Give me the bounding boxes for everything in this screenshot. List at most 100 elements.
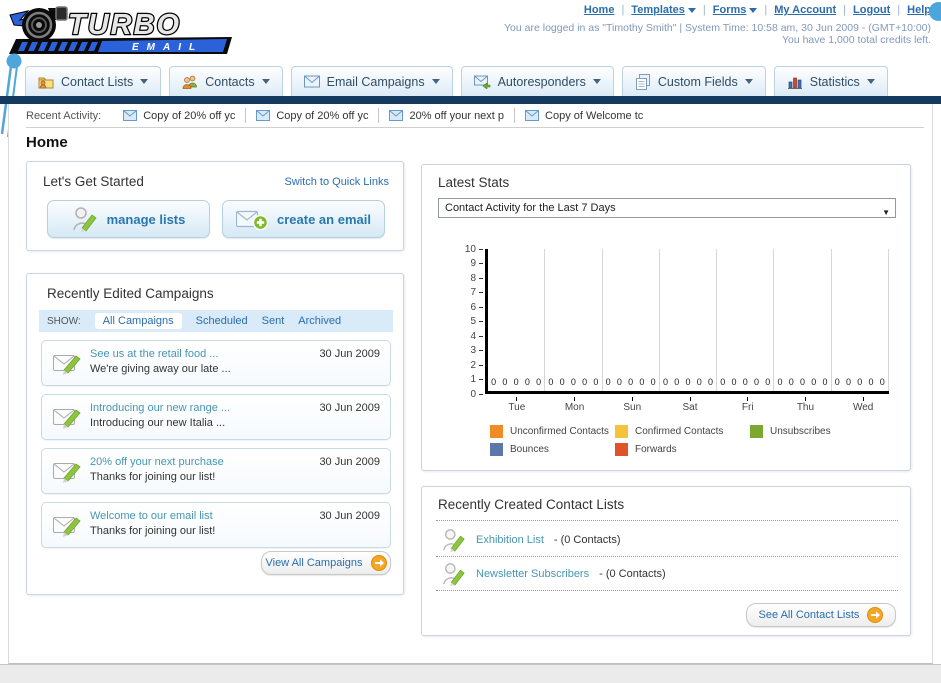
x-tick-label: Mon — [546, 397, 604, 413]
chart-legend: Unconfirmed Contacts Confirmed Contacts Un… — [490, 425, 831, 456]
envelope-icon — [389, 110, 404, 121]
contact-activity-chart: 10 9 8 7 6 5 4 3 2 1 0 000000000000000000000000000… — [438, 244, 896, 419]
turbo-email-logo[interactable]: TURBO EMAIL — [6, 3, 238, 62]
switch-quick-links[interactable]: Switch to Quick Links — [284, 176, 389, 188]
activity-item[interactable]: 20% off your next p — [389, 108, 516, 123]
arrow-circle-icon — [370, 555, 387, 571]
show-label: SHOW: — [47, 315, 81, 327]
x-tick-label: Sun — [603, 397, 661, 413]
activity-item[interactable]: Copy of Welcome tc — [525, 108, 653, 123]
tab-label: Statistics — [809, 74, 860, 89]
chevron-down-icon: ▼ — [882, 208, 890, 217]
envelope-icon — [256, 110, 271, 121]
separator: | — [843, 4, 847, 16]
chevron-down-icon — [592, 79, 601, 84]
header-nav: Home | Templates | Forms | My Account | … — [584, 4, 931, 16]
stats-period-value: Contact Activity for the Last 7 Days — [445, 202, 616, 214]
contact-list-link[interactable]: Newsletter Subscribers — [476, 568, 589, 580]
create-email-button[interactable]: create an email — [222, 200, 385, 238]
chevron-down-icon — [749, 7, 758, 13]
tab-autoresponders[interactable]: Autoresponders — [460, 66, 614, 96]
tab-label: Contact Lists — [61, 74, 134, 89]
envelope-pencil-icon — [53, 409, 81, 429]
folder-contact-icon — [38, 77, 54, 88]
campaign-date: 30 Jun 2009 — [319, 402, 380, 414]
filter-scheduled[interactable]: Scheduled — [196, 315, 248, 327]
campaign-row[interactable]: 20% off your next purchase Thanks for joi… — [41, 448, 391, 494]
tab-statistics[interactable]: Statistics — [773, 66, 888, 96]
activity-item-label: Copy of 20% off yc — [143, 109, 236, 122]
campaign-link[interactable]: 20% off your next purchase — [90, 455, 224, 470]
campaign-date: 30 Jun 2009 — [319, 510, 380, 522]
login-status: You are logged in as "Timothy Smith" | S… — [504, 22, 931, 34]
filter-archived[interactable]: Archived — [298, 315, 341, 327]
legend-item: Bounces — [490, 443, 615, 456]
campaign-subtitle: Introducing our new Italia ... — [90, 417, 226, 429]
tab-custom-fields[interactable]: Custom Fields — [621, 66, 766, 96]
tab-email-campaigns[interactable]: Email Campaigns — [290, 66, 453, 96]
separator: | — [764, 4, 768, 16]
see-all-contact-lists-button[interactable]: See All Contact Lists — [746, 603, 896, 627]
campaign-row[interactable]: Welcome to our email list Thanks for join… — [41, 502, 391, 548]
chevron-down-icon — [140, 79, 149, 84]
activity-item-label: Copy of Welcome tc — [545, 109, 644, 122]
filter-sent[interactable]: Sent — [262, 315, 285, 327]
view-all-campaigns-button[interactable]: View All Campaigns — [261, 551, 391, 575]
chevron-down-icon — [744, 79, 753, 84]
main-nav: Contact Lists Contacts Email Campaigns A… — [25, 66, 888, 96]
campaign-row[interactable]: Introducing our new range ... Introducing… — [41, 394, 391, 440]
x-tick-label: Wed — [834, 397, 892, 413]
page-footer — [0, 664, 941, 683]
activity-item[interactable]: Copy of 20% off yc — [256, 108, 380, 123]
nav-link-forms[interactable]: Forms — [713, 4, 747, 16]
activity-item[interactable]: Copy of 20% off yc — [123, 108, 247, 123]
navy-divider-bar — [0, 96, 941, 104]
x-tick-label: Thu — [777, 397, 835, 413]
campaign-link[interactable]: Introducing our new range ... — [90, 401, 230, 416]
latest-stats-title: Latest Stats — [438, 175, 510, 190]
contact-list-item[interactable]: Newsletter Subscribers - (0 Contacts) — [442, 559, 666, 589]
campaign-subtitle: We're giving away our late ... — [90, 363, 231, 375]
contact-list-detail: - (0 Contacts) — [553, 534, 621, 546]
dotted-divider — [436, 590, 898, 591]
nav-link-logout[interactable]: Logout — [853, 4, 890, 16]
svg-text:EMAIL: EMAIL — [132, 42, 203, 53]
chevron-down-icon — [866, 79, 875, 84]
manage-lists-button[interactable]: manage lists — [47, 200, 210, 238]
tab-contacts[interactable]: Contacts — [169, 66, 283, 96]
person-pencil-icon — [72, 207, 97, 232]
contact-lists-title: Recently Created Contact Lists — [438, 497, 625, 512]
nav-link-help[interactable]: Help — [907, 4, 931, 16]
campaign-row[interactable]: See us at the retail food ... We're givin… — [41, 340, 391, 386]
campaign-link[interactable]: See us at the retail food ... — [90, 347, 231, 362]
person-pencil-icon — [443, 529, 465, 552]
chart-plot: 00000000000000000000000000000000000 — [485, 249, 889, 394]
campaign-link[interactable]: Welcome to our email list — [90, 509, 215, 524]
legend-item: Forwards — [615, 443, 750, 456]
nav-link-templates[interactable]: Templates — [631, 4, 685, 16]
person-pencil-icon — [443, 563, 465, 586]
campaign-subtitle: Thanks for joining our list! — [90, 525, 216, 537]
chevron-down-icon — [431, 79, 440, 84]
contact-list-link[interactable]: Exhibition List — [476, 534, 544, 546]
contact-list-item[interactable]: Exhibition List - (0 Contacts) — [442, 525, 621, 555]
view-all-campaigns-label: View All Campaigns — [265, 557, 363, 569]
nav-link-home[interactable]: Home — [584, 4, 615, 16]
chart-group: 00000 — [545, 249, 603, 391]
separator: | — [702, 4, 706, 16]
chart-group: 00000 — [832, 249, 889, 391]
chevron-down-icon — [261, 79, 270, 84]
chevron-down-icon — [687, 7, 696, 13]
stats-period-select[interactable]: Contact Activity for the Last 7 Days ▼ — [438, 198, 896, 218]
x-tick-label: Tue — [488, 397, 546, 413]
filter-all-campaigns[interactable]: All Campaigns — [94, 313, 182, 329]
campaign-date: 30 Jun 2009 — [319, 456, 380, 468]
contact-lists-panel: Recently Created Contact Lists Exhibitio… — [421, 486, 911, 636]
chart-x-axis: Tue Mon Sun Sat Fri Thu Wed — [488, 397, 892, 413]
tab-contact-lists[interactable]: Contact Lists — [25, 66, 162, 96]
recent-activity-label: Recent Activity: — [26, 109, 102, 122]
nav-link-my-account[interactable]: My Account — [774, 4, 836, 16]
chart-group: 00000 — [660, 249, 718, 391]
dotted-divider — [436, 520, 898, 521]
legend-item: Confirmed Contacts — [615, 425, 750, 438]
